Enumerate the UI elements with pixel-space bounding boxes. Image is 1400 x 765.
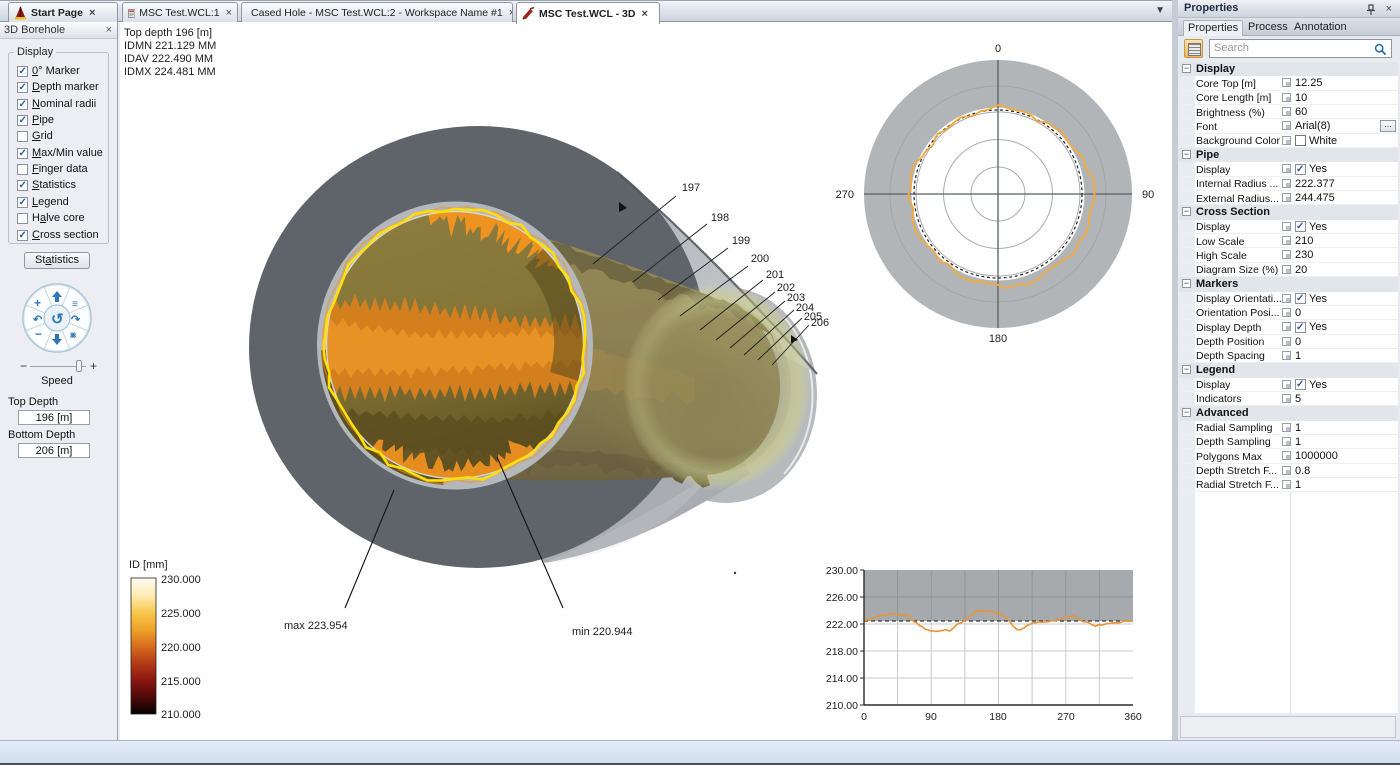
svg-text:206: 206 [811, 317, 829, 329]
svg-text:230.00: 230.00 [826, 565, 858, 577]
svg-text:198: 198 [711, 212, 729, 224]
svg-text:↶: ↶ [32, 314, 43, 326]
svg-text:≡: ≡ [72, 299, 78, 310]
svg-text:215.000: 215.000 [161, 676, 201, 688]
svg-text:90: 90 [925, 711, 937, 723]
svg-text:360: 360 [1124, 711, 1142, 723]
svg-text:min 220.944: min 220.944 [572, 626, 633, 638]
svg-text:220.000: 220.000 [161, 642, 201, 654]
svg-text:IDMX 224.481 MM: IDMX 224.481 MM [124, 66, 216, 78]
svg-text:IDAV 222.490 MM: IDAV 222.490 MM [124, 53, 213, 65]
svg-text:226.00: 226.00 [826, 592, 858, 604]
svg-text:max 223.954: max 223.954 [284, 620, 348, 632]
svg-text:214.00: 214.00 [826, 673, 858, 685]
svg-text:210.00: 210.00 [826, 700, 858, 712]
svg-text:270: 270 [1057, 711, 1075, 723]
svg-text:90: 90 [1142, 189, 1154, 201]
svg-text:180: 180 [989, 711, 1007, 723]
svg-text:199: 199 [732, 235, 750, 247]
svg-text:ID [mm]: ID [mm] [129, 559, 168, 571]
svg-text:−: − [35, 327, 42, 341]
svg-text:225.000: 225.000 [161, 608, 201, 620]
svg-text:230.000: 230.000 [161, 574, 201, 586]
svg-text:197: 197 [682, 182, 700, 194]
svg-text:201: 201 [766, 269, 784, 281]
svg-text:222.00: 222.00 [826, 619, 858, 631]
svg-text:0: 0 [995, 43, 1001, 55]
svg-text:200: 200 [751, 253, 769, 265]
svg-text:+: + [34, 296, 41, 310]
svg-text:↷: ↷ [71, 314, 81, 326]
svg-text:Top depth 196 [m]: Top depth 196 [m] [124, 27, 212, 39]
svg-text:218.00: 218.00 [826, 646, 858, 658]
svg-text:IDMN 221.129 MM: IDMN 221.129 MM [124, 40, 216, 52]
svg-text:210.000: 210.000 [161, 709, 201, 721]
svg-text:270: 270 [836, 189, 854, 201]
svg-text:180: 180 [989, 333, 1007, 345]
svg-text:↺: ↺ [51, 311, 64, 328]
svg-text:⨳: ⨳ [70, 330, 77, 341]
svg-text:0: 0 [861, 711, 867, 723]
